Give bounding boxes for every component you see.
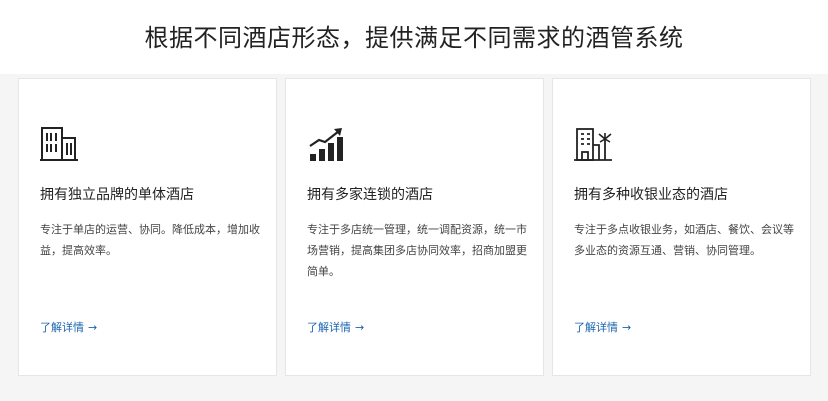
card-description: 专注于多店统一管理，统一调配资源，统一市场营销，提高集团多店协同效率，招商加盟更… — [307, 223, 527, 278]
card-description: 专注于多点收银业务，如酒店、餐饮、会议等多业态的资源互通、营销、协同管理。 — [574, 223, 794, 257]
arrow-right-icon: → — [622, 321, 632, 334]
learn-more-link[interactable]: 了解详情 → — [40, 319, 97, 335]
learn-more-link[interactable]: 了解详情 → — [307, 319, 364, 335]
card-single-hotel: 拥有独立品牌的单体酒店 专注于单店的运营、协同。降低成本，增加收益，提高效率。 … — [18, 78, 277, 376]
learn-more-link[interactable]: 了解详情 → — [574, 319, 631, 335]
building-icon — [40, 125, 78, 163]
arrow-right-icon: → — [355, 321, 365, 334]
card-description: 专注于单店的运营、协同。降低成本，增加收益，提高效率。 — [40, 223, 260, 257]
page-title: 根据不同酒店形态，提供满足不同需求的酒管系统 — [144, 24, 684, 52]
card-title: 拥有多种收银业态的酒店 — [574, 187, 728, 203]
arrow-right-icon: → — [88, 321, 98, 334]
growth-chart-icon — [307, 125, 345, 163]
card-chain-hotel: 拥有多家连锁的酒店 专注于多店统一管理，统一调配资源，统一市场营销，提高集团多店… — [285, 78, 544, 376]
card-title: 拥有独立品牌的单体酒店 — [40, 187, 194, 203]
card-title: 拥有多家连锁的酒店 — [307, 187, 433, 203]
section-header: 根据不同酒店形态，提供满足不同需求的酒管系统 — [0, 0, 828, 74]
resort-icon — [574, 125, 612, 163]
card-multi-business-hotel: 拥有多种收银业态的酒店 专注于多点收银业务，如酒店、餐饮、会议等多业态的资源互通… — [552, 78, 811, 376]
learn-more-label: 了解详情 — [574, 321, 618, 334]
learn-more-label: 了解详情 — [307, 321, 351, 334]
learn-more-label: 了解详情 — [40, 321, 84, 334]
hotel-type-cards: 拥有独立品牌的单体酒店 专注于单店的运营、协同。降低成本，增加收益，提高效率。 … — [18, 78, 811, 378]
